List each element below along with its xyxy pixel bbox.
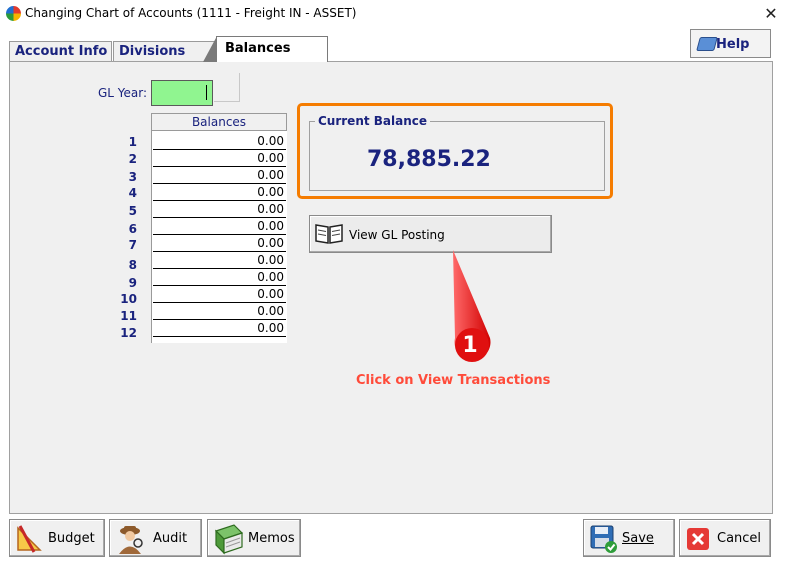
period-label: 5 xyxy=(128,204,137,218)
cancel-x-icon xyxy=(687,528,709,550)
tab-balances[interactable]: Balances xyxy=(203,36,328,62)
cancel-label: Cancel xyxy=(717,531,762,546)
close-button[interactable]: ✕ xyxy=(760,3,782,25)
memos-label: Memos xyxy=(248,531,295,546)
detective-icon xyxy=(119,526,143,554)
current-balance-title: Current Balance xyxy=(315,114,431,128)
balance-cell[interactable]: 0.00 xyxy=(153,303,286,320)
current-balance-value: 78,885.22 xyxy=(367,147,491,172)
cancel-button[interactable]: Cancel xyxy=(679,519,771,557)
save-button[interactable]: Save xyxy=(583,519,675,557)
callout-text: Click on View Transactions xyxy=(356,373,551,388)
balance-cell[interactable]: 0.00 xyxy=(153,218,286,235)
balance-cell[interactable]: 0.00 xyxy=(153,269,286,286)
balances-column-header: Balances xyxy=(151,113,287,131)
balance-cell[interactable]: 0.00 xyxy=(153,235,286,252)
text-caret xyxy=(206,85,207,100)
balance-cell[interactable]: 0.00 xyxy=(153,184,286,201)
gl-year-label: GL Year: xyxy=(98,86,148,100)
period-label: 6 xyxy=(128,222,137,236)
gl-year-spinner[interactable] xyxy=(214,73,240,102)
book-icon xyxy=(315,224,343,244)
period-label: 2 xyxy=(128,152,137,166)
balance-cell[interactable]: 0.00 xyxy=(153,150,286,167)
app-icon xyxy=(6,6,21,21)
balance-cell[interactable]: 0.00 xyxy=(153,252,286,269)
budget-button[interactable]: Budget xyxy=(9,519,105,557)
balance-cell[interactable]: 0.00 xyxy=(153,133,286,150)
memos-button[interactable]: Memos xyxy=(207,519,301,557)
period-label: 4 xyxy=(128,186,137,200)
budget-label: Budget xyxy=(48,531,95,546)
tab-account-info[interactable]: Account Info xyxy=(9,41,112,61)
period-label: 11 xyxy=(120,309,137,323)
balance-cell[interactable]: 0.00 xyxy=(153,167,286,184)
audit-button[interactable]: Audit xyxy=(109,519,202,557)
period-label: 1 xyxy=(128,135,137,149)
help-label: Help xyxy=(716,37,750,52)
help-button[interactable]: Help xyxy=(690,29,771,58)
budget-icon xyxy=(17,525,42,553)
period-label: 7 xyxy=(128,238,137,252)
callout-number: 1 xyxy=(462,333,478,358)
green-book-icon xyxy=(214,524,244,555)
audit-label: Audit xyxy=(153,531,188,546)
period-label: 9 xyxy=(128,276,137,290)
tab-balances-label: Balances xyxy=(225,41,291,56)
period-label: 8 xyxy=(128,258,137,272)
period-label: 3 xyxy=(128,170,137,184)
balance-cell[interactable]: 0.00 xyxy=(153,286,286,303)
balance-cell[interactable]: 0.00 xyxy=(153,320,286,337)
floppy-disk-icon xyxy=(590,525,617,553)
period-label: 10 xyxy=(120,292,137,306)
gl-year-input[interactable] xyxy=(151,80,213,106)
balance-cell[interactable]: 0.00 xyxy=(153,201,286,218)
view-gl-posting-label: View GL Posting xyxy=(349,228,445,242)
period-label: 12 xyxy=(120,326,137,340)
save-label: Save xyxy=(622,531,654,546)
help-icon xyxy=(696,37,718,51)
window-title: Changing Chart of Accounts (1111 - Freig… xyxy=(25,6,357,20)
